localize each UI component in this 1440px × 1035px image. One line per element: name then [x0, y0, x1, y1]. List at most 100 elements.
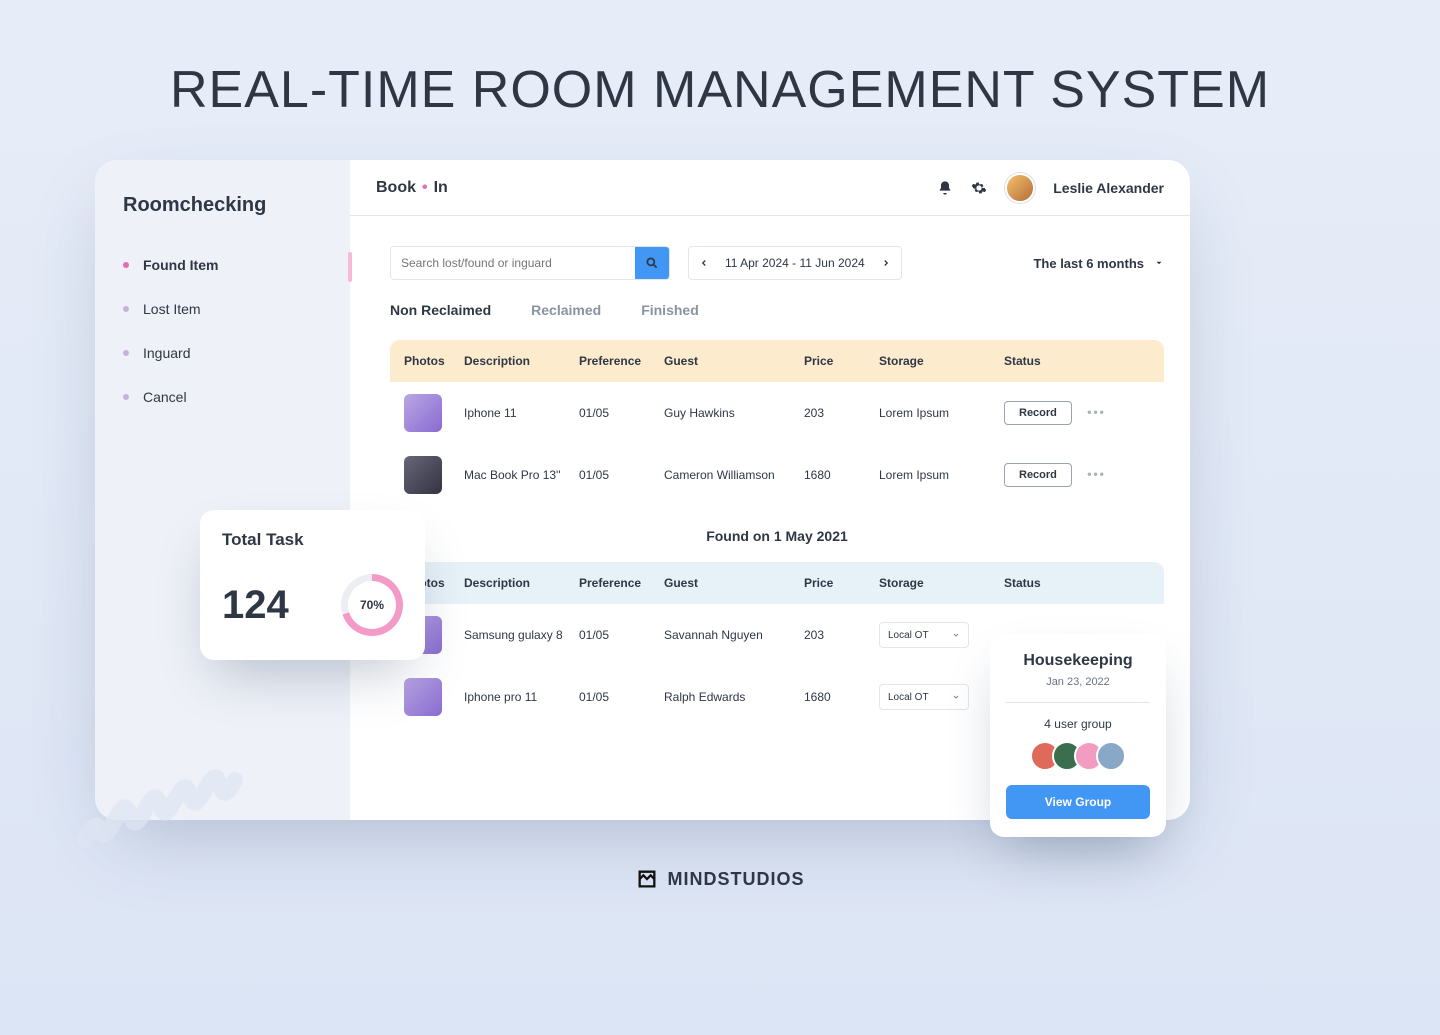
logo-separator: •: [422, 179, 428, 197]
storage-select[interactable]: Local OT: [879, 622, 969, 648]
search-icon: [645, 256, 659, 270]
col-photos: Photos: [404, 354, 464, 368]
period-label: The last 6 months: [1033, 256, 1144, 271]
bullet-icon: [123, 306, 129, 312]
col-description: Description: [464, 354, 579, 368]
username: Leslie Alexander: [1053, 180, 1164, 196]
tabs: Non Reclaimed Reclaimed Finished: [390, 302, 1164, 318]
user-avatar[interactable]: [1005, 173, 1035, 203]
cell-description: Iphone 11: [464, 406, 579, 420]
filter-bar: 11 Apr 2024 - 11 Jun 2024 The last 6 mon…: [390, 246, 1164, 280]
col-status: Status: [1004, 354, 1144, 368]
bell-icon[interactable]: [937, 180, 953, 196]
record-button[interactable]: Record: [1004, 463, 1072, 487]
mindstudios-logo: MINDSTUDIOS: [0, 868, 1440, 890]
cell-price: 1680: [804, 690, 879, 704]
cell-preference: 01/05: [579, 468, 664, 482]
hk-subtitle: 4 user group: [1006, 717, 1150, 731]
col-storage: Storage: [879, 576, 1004, 590]
group-avatar: [1096, 741, 1126, 771]
housekeeping-card: Housekeeping Jan 23, 2022 4 user group V…: [990, 634, 1166, 837]
col-description: Description: [464, 576, 579, 590]
scribble-decoration: [75, 680, 255, 860]
search-field: [390, 246, 670, 280]
col-price: Price: [804, 354, 879, 368]
search-input[interactable]: [391, 247, 635, 279]
avatar-group: [1006, 741, 1150, 771]
tab-finished[interactable]: Finished: [641, 302, 699, 318]
task-card-title: Total Task: [222, 530, 403, 550]
table-row: Iphone 11 01/05 Guy Hawkins 203 Lorem Ip…: [390, 382, 1164, 444]
col-guest: Guest: [664, 354, 804, 368]
item-thumbnail: [404, 394, 442, 432]
sidebar-item-lost[interactable]: Lost Item: [123, 301, 322, 317]
sidebar-item-cancel[interactable]: Cancel: [123, 389, 322, 405]
progress-percent: 70%: [348, 581, 396, 629]
col-price: Price: [804, 576, 879, 590]
col-storage: Storage: [879, 354, 1004, 368]
col-guest: Guest: [664, 576, 804, 590]
cell-storage: Lorem Ipsum: [879, 406, 1004, 420]
cell-description: Iphone pro 11: [464, 690, 579, 704]
more-icon[interactable]: •••: [1087, 405, 1106, 419]
gear-icon[interactable]: [971, 180, 987, 196]
view-group-button[interactable]: View Group: [1006, 785, 1150, 819]
topbar: Book • In Leslie Alexander: [350, 160, 1190, 216]
select-value: Local OT: [888, 630, 929, 641]
table-non-reclaimed: Photos Description Preference Guest Pric…: [390, 340, 1164, 506]
chevron-right-icon[interactable]: [881, 258, 891, 268]
cell-guest: Guy Hawkins: [664, 406, 804, 420]
date-range-label: 11 Apr 2024 - 11 Jun 2024: [725, 256, 865, 270]
caret-down-icon: [1154, 258, 1164, 268]
table-header: Photos Description Preference Guest Pric…: [390, 340, 1164, 382]
mindstudios-text: MINDSTUDIOS: [668, 869, 805, 890]
hk-title: Housekeeping: [1006, 652, 1150, 670]
sidebar-item-label: Inguard: [143, 345, 190, 361]
cell-preference: 01/05: [579, 406, 664, 420]
tab-non-reclaimed[interactable]: Non Reclaimed: [390, 302, 491, 318]
more-icon[interactable]: •••: [1087, 467, 1106, 481]
record-button[interactable]: Record: [1004, 401, 1072, 425]
item-thumbnail: [404, 456, 442, 494]
sidebar-item-label: Found Item: [143, 257, 218, 273]
sidebar-item-inguard[interactable]: Inguard: [123, 345, 322, 361]
divider: [1006, 702, 1150, 703]
cell-storage: Lorem Ipsum: [879, 468, 1004, 482]
logo-word-book: Book: [376, 179, 416, 197]
sidebar-brand: Roomchecking: [123, 194, 322, 217]
bullet-icon: [123, 350, 129, 356]
hero-title: REAL-TIME ROOM MANAGEMENT SYSTEM: [0, 60, 1440, 120]
cell-price: 1680: [804, 468, 879, 482]
cell-guest: Cameron Williamson: [664, 468, 804, 482]
cell-guest: Ralph Edwards: [664, 690, 804, 704]
tab-reclaimed[interactable]: Reclaimed: [531, 302, 601, 318]
sidebar-item-label: Lost Item: [143, 301, 201, 317]
cell-price: 203: [804, 628, 879, 642]
cell-price: 203: [804, 406, 879, 420]
found-on-label: Found on 1 May 2021: [390, 528, 1164, 544]
bullet-icon: [123, 262, 129, 268]
progress-ring: 70%: [341, 574, 403, 636]
task-count: 124: [222, 583, 289, 628]
col-status: Status: [1004, 576, 1144, 590]
storage-select[interactable]: Local OT: [879, 684, 969, 710]
chevron-left-icon[interactable]: [699, 258, 709, 268]
col-preference: Preference: [579, 576, 664, 590]
chevron-down-icon: [952, 693, 960, 701]
select-value: Local OT: [888, 692, 929, 703]
sidebar-item-found[interactable]: Found Item: [123, 257, 322, 273]
cell-guest: Savannah Nguyen: [664, 628, 804, 642]
period-dropdown[interactable]: The last 6 months: [1033, 256, 1164, 271]
total-task-card: Total Task 124 70%: [200, 510, 425, 660]
col-preference: Preference: [579, 354, 664, 368]
cell-description: Mac Book Pro 13'': [464, 468, 579, 482]
search-button[interactable]: [635, 247, 669, 279]
hk-date: Jan 23, 2022: [1006, 676, 1150, 688]
date-range-picker[interactable]: 11 Apr 2024 - 11 Jun 2024: [688, 246, 902, 280]
sidebar-item-label: Cancel: [143, 389, 187, 405]
app-logo: Book • In: [376, 179, 448, 197]
cell-preference: 01/05: [579, 690, 664, 704]
cell-preference: 01/05: [579, 628, 664, 642]
bullet-icon: [123, 394, 129, 400]
table-row: Mac Book Pro 13'' 01/05 Cameron Williams…: [390, 444, 1164, 506]
